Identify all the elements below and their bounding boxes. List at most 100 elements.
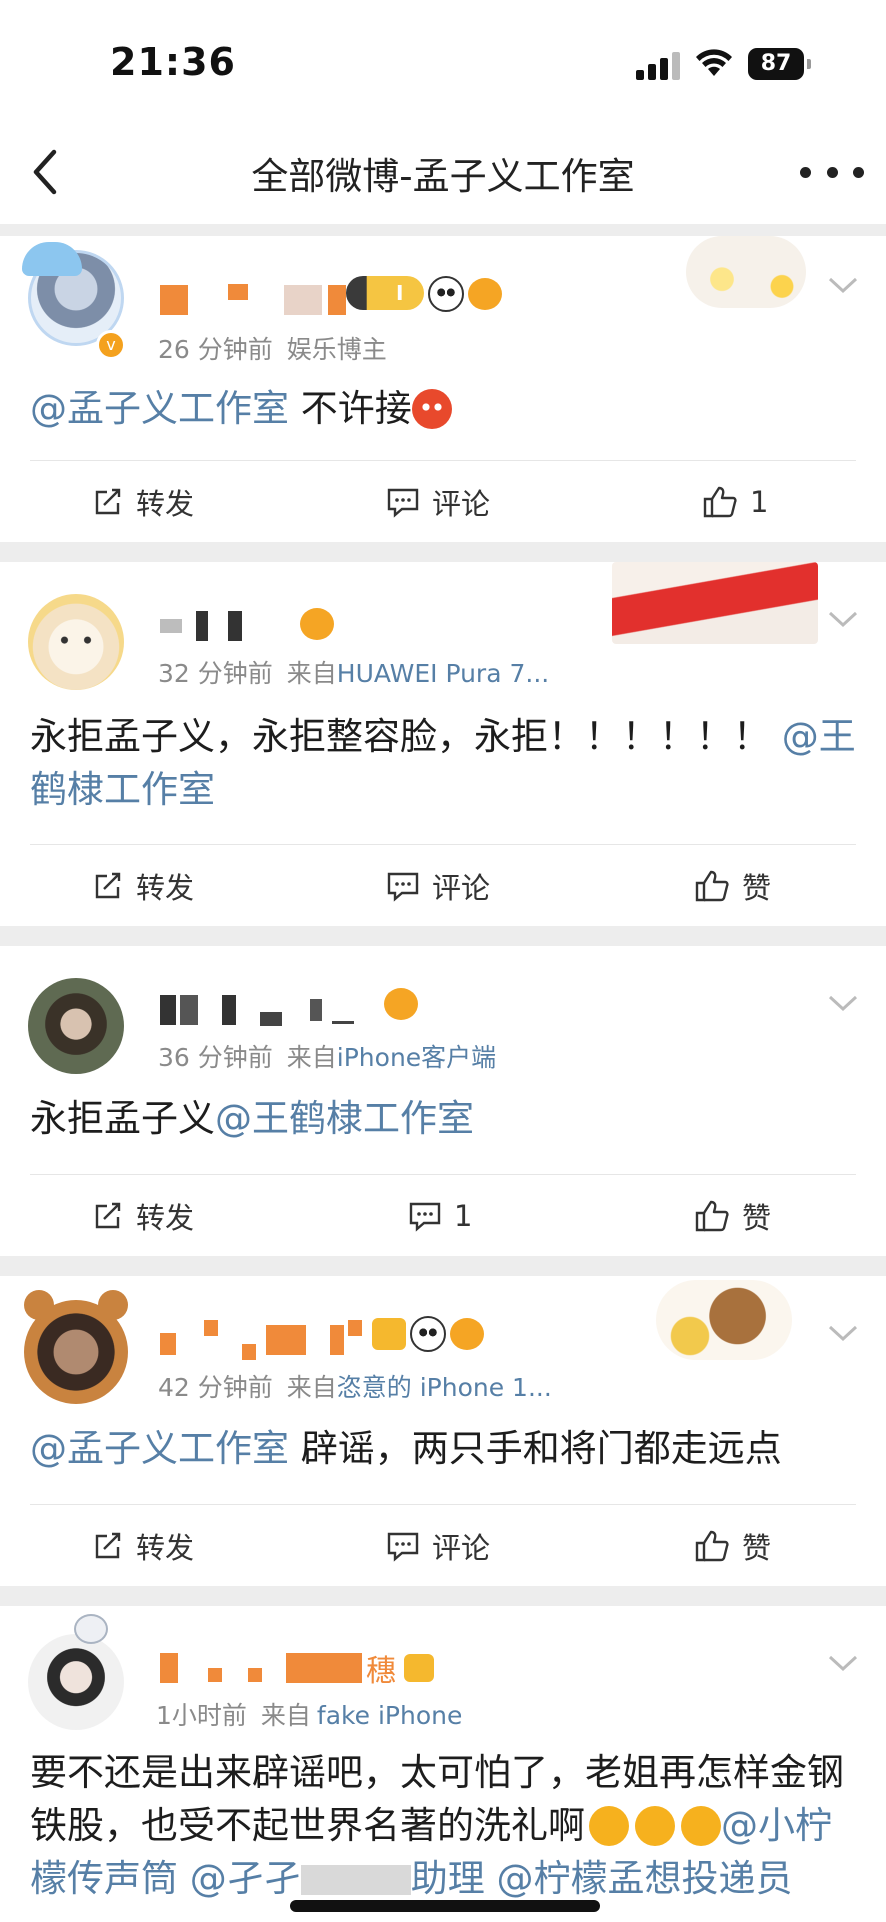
post-card: 穗 1小时前 来自 fake iPhone 要不还是出来辟谣吧，太可怕了，老姐再怎样… xyxy=(0,1606,886,1922)
comment-button[interactable]: 评论 xyxy=(386,482,490,522)
post-card: v I 26 分钟前 娱乐博主 @孟子义工作室 不许接 转发 评论 1 xyxy=(0,236,886,542)
like-button[interactable]: 赞 xyxy=(694,1196,771,1236)
comment-icon xyxy=(409,1202,441,1232)
avatar-cat-decoration xyxy=(74,1614,108,1644)
post-source[interactable]: iPhone客户端 xyxy=(337,1043,496,1072)
post-source: 娱乐博主 xyxy=(286,335,387,364)
username-blurred xyxy=(160,1320,362,1360)
post-meta: 1小时前 来自 fake iPhone xyxy=(156,1701,463,1730)
username-blurred: 穗 xyxy=(160,1648,434,1689)
crying-emoji-icon xyxy=(681,1806,721,1846)
post-meta: 32 分钟前 来自HUAWEI Pura 7... xyxy=(158,659,550,688)
username-blurred xyxy=(160,606,242,646)
post-source[interactable]: HUAWEI Pura 7... xyxy=(337,659,549,688)
wifi-icon xyxy=(696,49,732,76)
comment-icon xyxy=(387,1532,419,1562)
post-actions: 转发 评论 赞 xyxy=(0,1526,886,1566)
post-card: 42 分钟前 来自恣意的 iPhone 1... @孟子义工作室 辟谣，两只手和将… xyxy=(0,1276,886,1586)
chevron-down-icon[interactable] xyxy=(826,1322,860,1344)
like-icon xyxy=(703,486,737,518)
chevron-down-icon[interactable] xyxy=(826,992,860,1014)
divider xyxy=(30,844,856,845)
chevron-down-icon[interactable] xyxy=(826,274,860,296)
panda-icon xyxy=(428,276,464,312)
post-card: 36 分钟前 来自iPhone客户端 永拒孟子义@王鹤棣工作室 转发 1 赞 xyxy=(0,946,886,1256)
repost-icon xyxy=(95,1532,121,1559)
crown-badge-icon xyxy=(372,1318,406,1350)
mention-link[interactable]: @孟子义工作室 xyxy=(30,387,289,430)
verified-badge-icon: v xyxy=(96,330,126,360)
username-blurred xyxy=(160,990,354,1030)
post-actions: 转发 评论 赞 xyxy=(0,866,886,906)
comment-button[interactable]: 1 xyxy=(408,1196,472,1236)
post-actions: 转发 1 赞 xyxy=(0,1196,886,1236)
card-sticker-decoration xyxy=(656,1280,792,1360)
avatar[interactable] xyxy=(28,978,124,1074)
like-button[interactable]: 1 xyxy=(702,482,768,522)
crying-emoji-icon xyxy=(635,1806,675,1846)
divider xyxy=(30,460,856,461)
crown-badge-icon xyxy=(404,1654,434,1682)
more-icon[interactable] xyxy=(800,148,864,196)
post-body: @孟子义工作室 不许接 xyxy=(30,382,858,435)
repost-icon xyxy=(95,1202,121,1229)
post-meta: 26 分钟前 娱乐博主 xyxy=(158,330,387,366)
signal-icon xyxy=(636,52,680,80)
home-indicator xyxy=(290,1900,600,1912)
repost-icon xyxy=(95,488,121,515)
card-sticker-decoration xyxy=(612,562,818,644)
status-time: 21:36 xyxy=(110,40,236,84)
card-sticker-decoration xyxy=(686,236,806,308)
post-time: 26 分钟前 xyxy=(158,335,273,364)
comment-icon xyxy=(387,872,419,902)
angry-emoji-icon xyxy=(411,389,452,429)
panda-icon xyxy=(410,1316,446,1352)
chevron-down-icon[interactable] xyxy=(826,1652,860,1674)
page-title: 全部微博-孟子义工作室 xyxy=(251,155,635,198)
fish-icon xyxy=(450,1318,484,1350)
divider xyxy=(30,1174,856,1175)
crying-emoji-icon xyxy=(589,1806,629,1846)
repost-button[interactable]: 转发 xyxy=(92,1196,194,1236)
post-source[interactable]: 恣意的 iPhone 1... xyxy=(337,1373,552,1402)
fish-icon xyxy=(300,608,334,640)
comment-button[interactable]: 评论 xyxy=(386,866,490,906)
comment-icon xyxy=(387,488,419,518)
post-body: 要不还是出来辟谣吧，太可怕了，老姐再怎样金钢铁股，也受不起世界名著的洗礼啊 @小柠… xyxy=(30,1751,844,1900)
username-blurred xyxy=(160,280,346,320)
repost-button[interactable]: 转发 xyxy=(92,482,194,522)
divider xyxy=(30,1504,856,1505)
mention-link[interactable]: @孟子义工作室 xyxy=(30,1427,289,1470)
chevron-down-icon[interactable] xyxy=(826,608,860,630)
repost-button[interactable]: 转发 xyxy=(92,866,194,906)
fish-icon xyxy=(468,278,502,310)
comment-button[interactable]: 评论 xyxy=(386,1526,490,1566)
post-body: @孟子义工作室 辟谣，两只手和将门都走远点 xyxy=(30,1427,782,1470)
avatar-ears-decoration xyxy=(98,1290,128,1320)
like-button[interactable]: 赞 xyxy=(694,866,771,906)
username-suffix: 穗 xyxy=(366,1654,396,1689)
post-meta: 36 分钟前 来自iPhone客户端 xyxy=(158,1043,497,1072)
nav-bar: 全部微博-孟子义工作室 xyxy=(0,120,886,224)
like-icon xyxy=(695,1530,729,1562)
avatar-hat-decoration xyxy=(22,242,82,276)
post-body: 永拒孟子义，永拒整容脸，永拒！！！！！！ @王鹤棣工作室 xyxy=(30,715,856,811)
status-bar: 21:36 87 xyxy=(0,0,886,120)
mention-link[interactable]: @孑孑 xyxy=(190,1857,301,1900)
post-actions: 转发 评论 1 xyxy=(0,482,886,522)
repost-icon xyxy=(95,872,121,899)
avatar[interactable] xyxy=(28,1634,124,1730)
like-icon xyxy=(695,870,729,902)
like-icon xyxy=(695,1200,729,1232)
mention-link[interactable]: @王鹤棣工作室 xyxy=(215,1097,474,1140)
repost-button[interactable]: 转发 xyxy=(92,1526,194,1566)
level-badge-icon: I xyxy=(346,276,424,310)
avatar[interactable] xyxy=(28,594,124,690)
post-card: 32 分钟前 来自HUAWEI Pura 7... 永拒孟子义，永拒整容脸，永拒！… xyxy=(0,562,886,926)
post-body: 永拒孟子义@王鹤棣工作室 xyxy=(30,1097,474,1140)
post-source[interactable]: fake iPhone xyxy=(317,1701,462,1730)
fish-icon xyxy=(384,988,418,1020)
battery-icon: 87 xyxy=(748,48,811,80)
mention-link[interactable]: @柠檬孟想投递员 xyxy=(497,1857,793,1900)
like-button[interactable]: 赞 xyxy=(694,1526,771,1566)
